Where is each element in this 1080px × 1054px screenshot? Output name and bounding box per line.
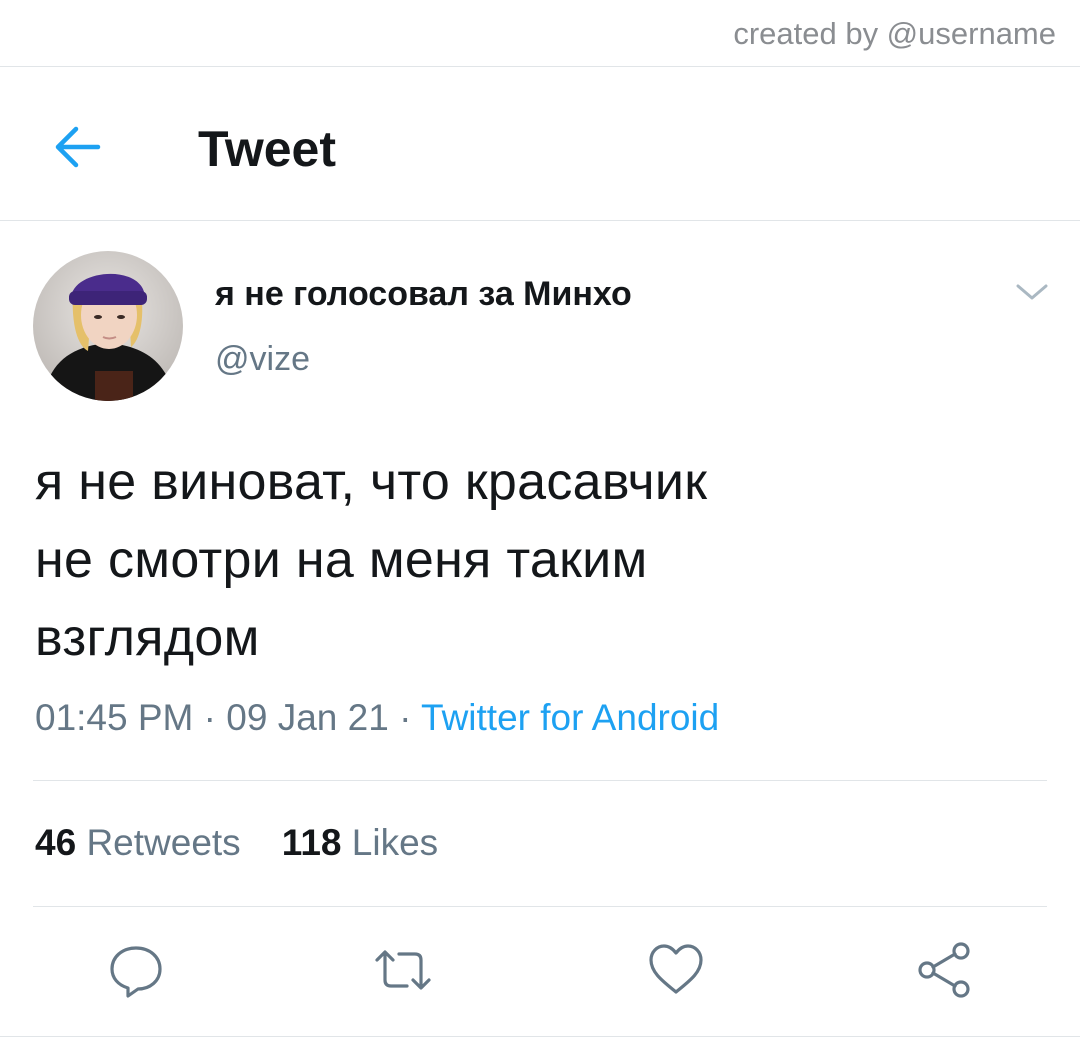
tweet-text-line: не смотри на меня таким [35, 531, 648, 589]
share-icon [918, 942, 970, 998]
avatar[interactable] [33, 251, 183, 401]
meta-separator: · [203, 697, 216, 738]
header-divider [0, 220, 1080, 221]
meta-separator: · [399, 697, 412, 738]
tweet-time: 01:45 PM [35, 697, 194, 738]
tweet-date: 09 Jan 21 [226, 697, 389, 738]
reply-button[interactable] [106, 940, 166, 1000]
watermark-text: created by @username [733, 16, 1056, 51]
retweet-icon [375, 950, 431, 990]
retweets-count: 46 [35, 822, 77, 863]
page-title: Tweet [198, 121, 336, 177]
tweet-text-line: я не виноват, что красавчик [35, 453, 708, 511]
arrow-left-icon [55, 126, 101, 168]
avatar-photo [33, 251, 183, 401]
retweet-button[interactable] [373, 940, 433, 1000]
back-button[interactable] [52, 124, 102, 170]
tweet-text-line: взглядом [35, 609, 260, 667]
share-button[interactable] [914, 940, 974, 1000]
retweets-label: Retweets [86, 822, 241, 863]
likes-stat[interactable]: 118 Likes [282, 822, 438, 863]
divider [0, 1036, 1080, 1037]
tweet-meta: 01:45 PM · 09 Jan 21 · Twitter for Andro… [35, 697, 719, 739]
like-icon [649, 944, 703, 994]
author-display-name[interactable]: я не голосовал за Минхо [215, 275, 632, 314]
divider [33, 906, 1047, 907]
divider [0, 66, 1080, 67]
like-button[interactable] [646, 940, 706, 1000]
likes-count: 118 [281, 822, 342, 863]
divider [33, 780, 1047, 781]
tweet-stats: 46 Retweets 118 Likes [35, 822, 438, 864]
more-options-button[interactable] [1014, 280, 1050, 304]
reply-icon [110, 946, 162, 998]
retweets-stat[interactable]: 46 Retweets [35, 822, 241, 863]
likes-label: Likes [351, 822, 439, 863]
author-handle[interactable]: @vize [215, 340, 310, 379]
chevron-down-icon [1016, 284, 1048, 300]
tweet-source-link[interactable]: Twitter for Android [421, 697, 719, 738]
